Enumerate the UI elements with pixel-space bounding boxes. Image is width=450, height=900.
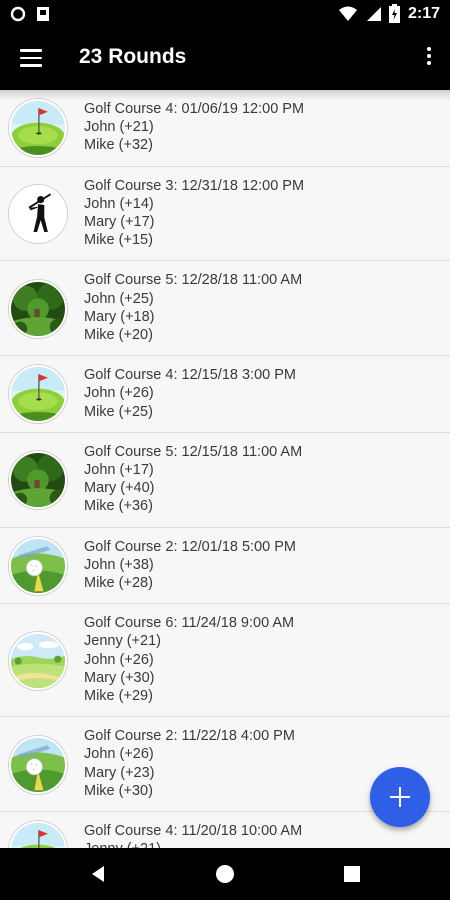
round-title: Golf Course 5: 12/15/18 11:00 AM bbox=[84, 443, 303, 460]
more-vert-icon[interactable] bbox=[424, 47, 434, 69]
add-round-button[interactable] bbox=[370, 767, 430, 827]
status-bar: 2:17 bbox=[0, 0, 450, 28]
player-score: John (+17) bbox=[84, 461, 154, 478]
round-title: Golf Course 2: 11/22/18 4:00 PM bbox=[84, 728, 295, 745]
round-title: Golf Course 3: 12/31/18 12:00 PM bbox=[84, 177, 305, 194]
player-score: John (+14) bbox=[84, 195, 154, 212]
forest-trees-icon bbox=[9, 451, 67, 510]
player-score: John (+26) bbox=[84, 746, 154, 763]
round-row[interactable]: Golf Course 2: 12/01/18 5:00 PM John (+38… bbox=[0, 527, 450, 605]
player-score: John (+26) bbox=[84, 651, 154, 668]
player-score: John (+38) bbox=[84, 556, 154, 573]
golfer-silhouette-icon bbox=[9, 184, 67, 243]
player-score: John (+25) bbox=[84, 290, 154, 307]
golf-ball-tee-icon bbox=[9, 536, 67, 595]
round-details: Golf Course 5: 12/28/18 11:00 AM John (+2… bbox=[84, 271, 302, 344]
wifi-icon bbox=[338, 6, 357, 21]
round-details: Golf Course 2: 11/22/18 4:00 PM John (+26… bbox=[84, 727, 295, 800]
golf-green-flag-icon bbox=[9, 821, 67, 848]
round-details: Golf Course 4: 01/06/19 12:00 PM John (+2… bbox=[84, 100, 304, 155]
recents-icon[interactable] bbox=[340, 862, 364, 886]
cell-signal-icon bbox=[366, 6, 381, 21]
player-score: Mike (+29) bbox=[84, 687, 153, 704]
back-icon[interactable] bbox=[86, 862, 110, 886]
round-details: Golf Course 4: 11/20/18 10:00 AMJenny (+… bbox=[84, 822, 302, 848]
player-score: Mike (+15) bbox=[84, 232, 153, 249]
golf-green-flag-icon bbox=[9, 99, 67, 158]
player-score: Mary (+17) bbox=[84, 214, 155, 230]
player-score: Mary (+23) bbox=[84, 764, 155, 781]
round-details: Golf Course 3: 12/31/18 12:00 PM John (+1… bbox=[84, 177, 304, 250]
round-title: Golf Course 2: 12/01/18 5:00 PM bbox=[84, 538, 296, 555]
golf-green-flag-icon bbox=[9, 365, 67, 424]
player-score: Mike (+32) bbox=[84, 137, 153, 154]
player-score: Jenny (+21) bbox=[84, 840, 302, 848]
round-title: Golf Course 4: 01/06/19 12:00 PM bbox=[84, 101, 305, 117]
round-row[interactable]: Golf Course 6: 11/24/18 9:00 AM Jenny (+2… bbox=[0, 604, 450, 718]
player-score: Mary (+40) bbox=[84, 480, 155, 497]
battery-icon bbox=[388, 4, 400, 23]
round-title: Golf Course 6: 11/24/18 9:00 AM bbox=[84, 615, 295, 632]
hamburger-menu-icon[interactable] bbox=[20, 49, 42, 67]
round-details: Golf Course 4: 12/15/18 3:00 PM John (+26… bbox=[84, 366, 296, 421]
player-score: Mike (+28) bbox=[84, 574, 153, 591]
round-title: Golf Course 4: 12/15/18 3:00 PM bbox=[84, 367, 296, 384]
clock: 2:17 bbox=[407, 4, 440, 22]
plus-icon bbox=[390, 787, 410, 807]
player-score: Mary (+30) bbox=[84, 669, 155, 686]
rounds-list-container: Golf Course 4: 01/06/19 12:00 PM John (+2… bbox=[0, 90, 450, 848]
sd-card-icon bbox=[37, 7, 49, 21]
round-row[interactable]: Golf Course 5: 12/28/18 11:00 AM John (+2… bbox=[0, 261, 450, 357]
circle-notification-icon bbox=[10, 6, 26, 22]
round-title: Golf Course 5: 12/28/18 11:00 AM bbox=[84, 272, 303, 289]
app-bar-shadow bbox=[0, 90, 450, 100]
player-score: Jenny (+21) bbox=[84, 633, 161, 650]
player-score: John (+21) bbox=[84, 119, 154, 136]
round-row[interactable]: Golf Course 4: 12/15/18 3:00 PM John (+26… bbox=[0, 356, 450, 433]
fairway-landscape-icon bbox=[9, 631, 67, 690]
page-title: 23 Rounds bbox=[79, 45, 187, 68]
rounds-list: Golf Course 4: 01/06/19 12:00 PM John (+2… bbox=[0, 90, 450, 848]
home-icon[interactable] bbox=[213, 862, 237, 886]
player-score: Mike (+20) bbox=[84, 327, 153, 343]
player-score: John (+26) bbox=[84, 385, 154, 402]
round-details: Golf Course 5: 12/15/18 11:00 AM John (+1… bbox=[84, 443, 302, 516]
player-score: Mike (+36) bbox=[84, 498, 153, 515]
round-details: Golf Course 2: 12/01/18 5:00 PM John (+38… bbox=[84, 538, 296, 593]
round-row[interactable]: Golf Course 4: 01/06/19 12:00 PM John (+2… bbox=[0, 90, 450, 167]
player-score: Mike (+30) bbox=[84, 782, 153, 799]
round-title: Golf Course 4: 11/20/18 10:00 AM bbox=[84, 822, 303, 839]
golf-ball-tee-icon bbox=[9, 735, 67, 794]
player-score: Mike (+25) bbox=[84, 403, 153, 420]
round-row[interactable]: Golf Course 3: 12/31/18 12:00 PM John (+1… bbox=[0, 166, 450, 262]
forest-trees-icon bbox=[9, 279, 67, 338]
round-row[interactable]: Golf Course 5: 12/15/18 11:00 AM John (+1… bbox=[0, 432, 450, 528]
player-score: Mary (+18) bbox=[84, 308, 155, 325]
app-bar: 23 Rounds bbox=[0, 28, 450, 90]
navigation-bar bbox=[0, 848, 450, 900]
round-details: Golf Course 6: 11/24/18 9:00 AM Jenny (+2… bbox=[84, 614, 294, 705]
